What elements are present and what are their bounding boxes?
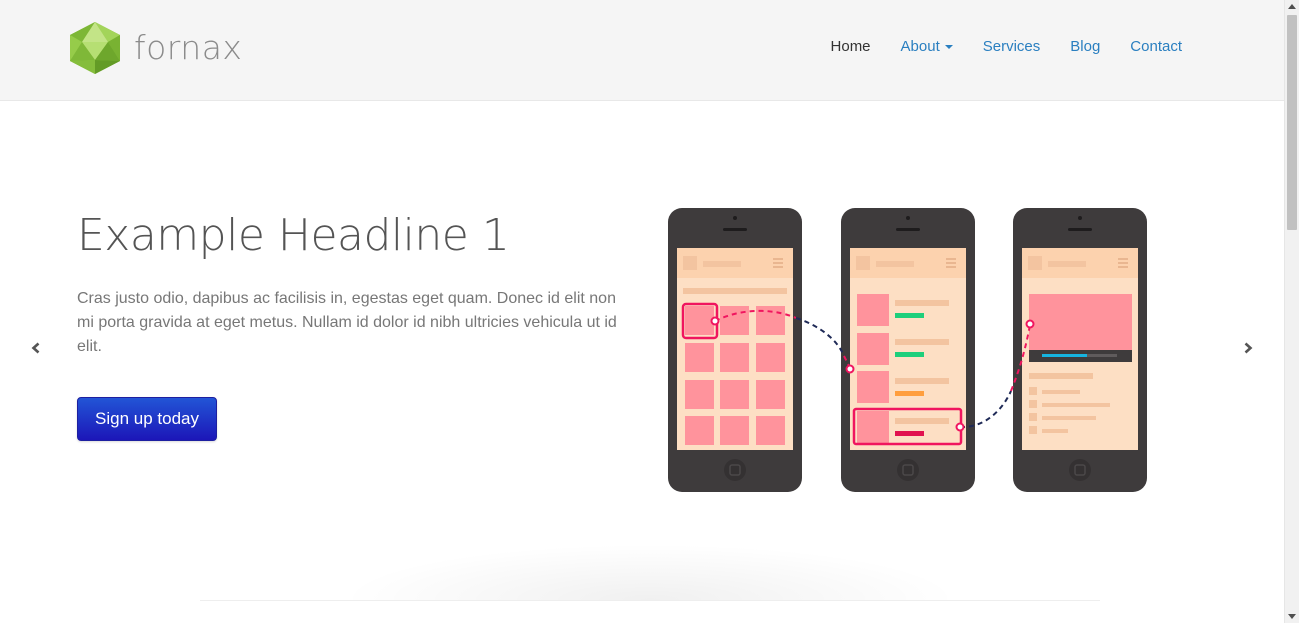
main-nav: Home About Services Blog Contact	[801, 35, 1182, 57]
icosahedron-logo-icon	[70, 22, 120, 74]
brand-name: fornax	[134, 27, 243, 67]
hero-caption: Example Headline 1 Cras justo odio, dapi…	[77, 207, 622, 359]
phone-3	[1013, 208, 1147, 492]
section-divider	[200, 600, 1100, 601]
phone-1	[668, 208, 802, 492]
scrollbar-thumb[interactable]	[1287, 15, 1297, 230]
scroll-down-arrow-icon[interactable]	[1288, 614, 1296, 619]
carousel-next-button[interactable]	[1240, 340, 1256, 356]
brand-link[interactable]: fornax	[68, 22, 242, 74]
page: fornax Home About Services Blog Contact …	[0, 0, 1299, 623]
nav-blog[interactable]: Blog	[1070, 35, 1100, 57]
caret-down-icon	[944, 45, 953, 49]
scroll-up-arrow-icon[interactable]	[1288, 4, 1296, 9]
hero-headline: Example Headline 1	[77, 210, 510, 261]
vertical-scrollbar[interactable]	[1284, 0, 1299, 623]
hero-lead: Cras justo odio, dapibus ac facilisis in…	[77, 290, 617, 355]
nav-home[interactable]: Home	[831, 35, 871, 57]
phones-illustration	[668, 208, 1147, 492]
navbar: fornax Home About Services Blog Contact	[0, 0, 1284, 101]
sign-up-button[interactable]: Sign up today	[77, 397, 217, 441]
nav-services[interactable]: Services	[983, 35, 1041, 57]
nav-about[interactable]: About	[901, 35, 953, 57]
phone-2	[841, 208, 975, 492]
chevron-right-icon	[1244, 342, 1253, 354]
nav-about-label: About	[900, 37, 940, 55]
section-shadow	[210, 520, 1090, 600]
nav-contact[interactable]: Contact	[1130, 35, 1182, 57]
chevron-left-icon	[31, 342, 40, 354]
carousel-prev-button[interactable]	[28, 340, 44, 356]
